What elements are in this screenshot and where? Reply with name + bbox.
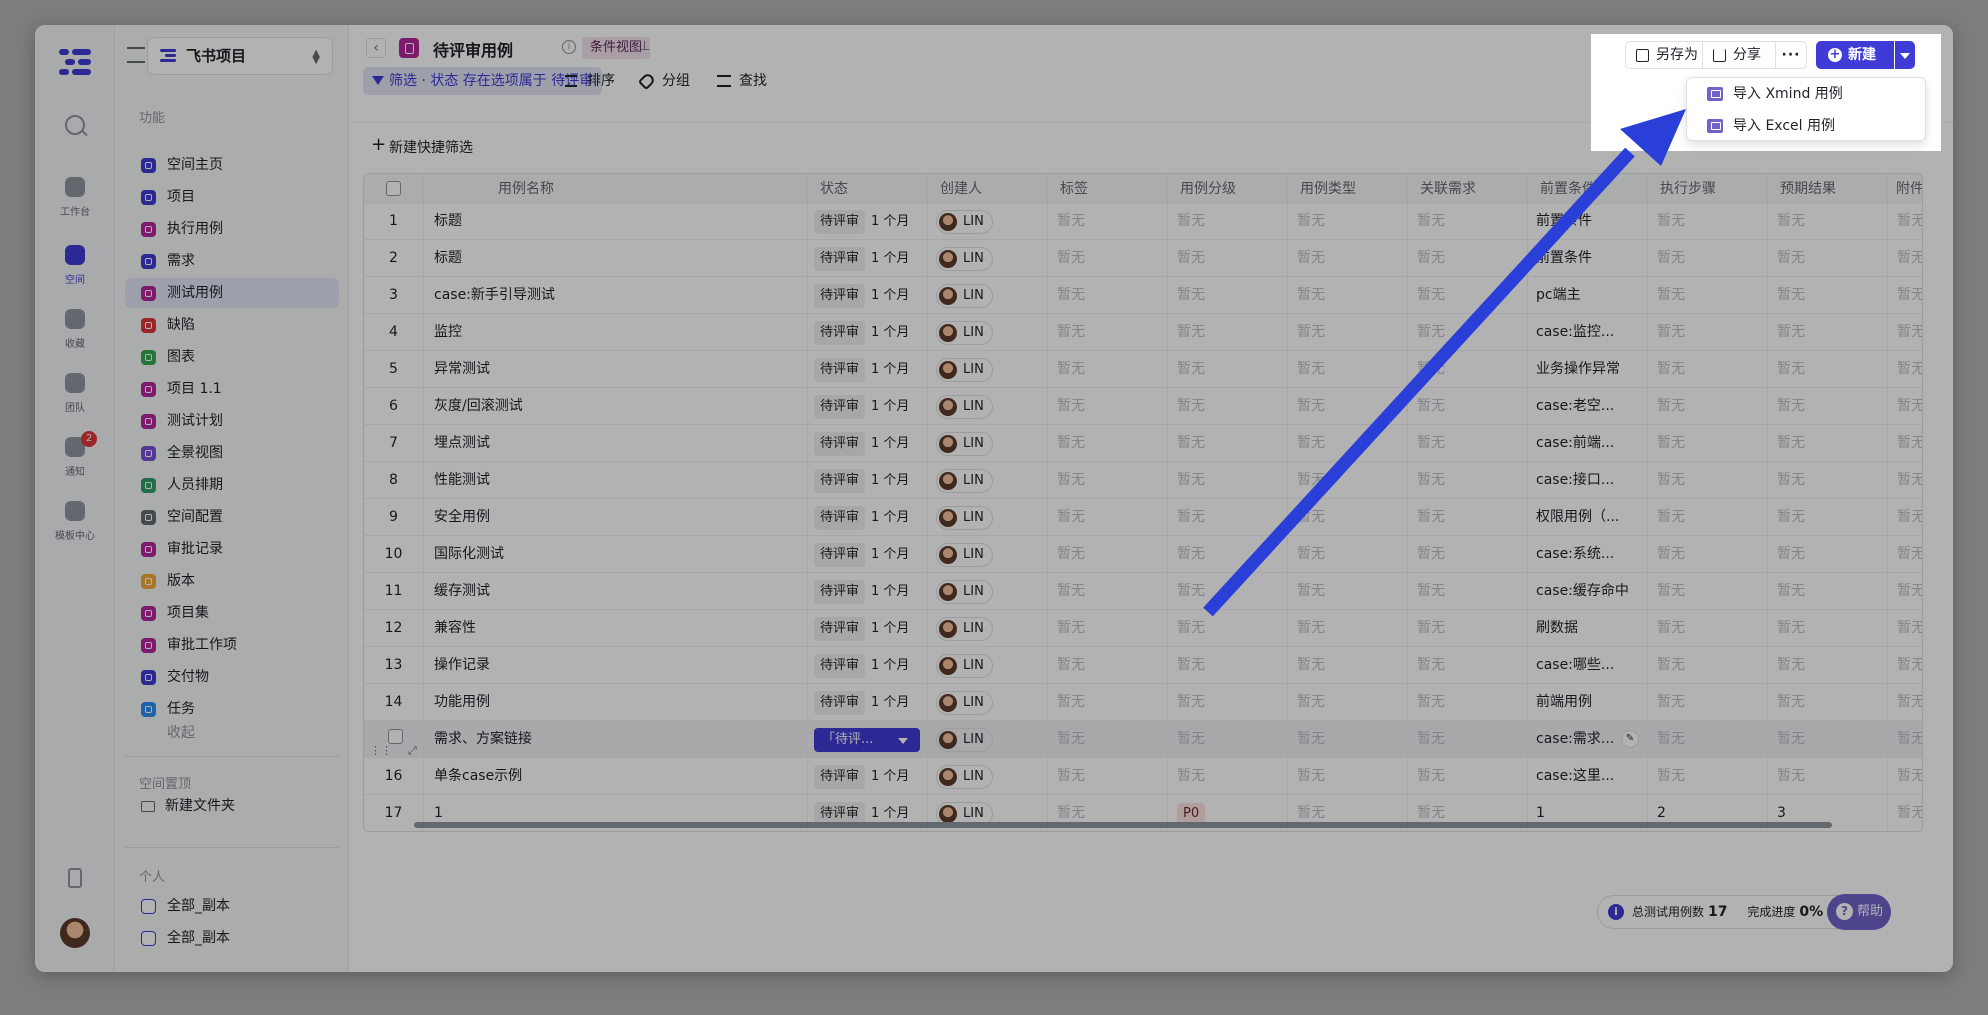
more-button[interactable]: ··· [1775, 41, 1807, 69]
copy-icon [1636, 49, 1649, 62]
save-as-button[interactable]: 另存为 [1625, 41, 1703, 69]
modal-dim-overlay [0, 0, 1988, 1015]
new-dropdown-caret[interactable] [1895, 41, 1915, 69]
menu-import-excel[interactable]: 导入 Excel 用例 [1687, 110, 1927, 142]
new-dropdown-menu: 导入 Xmind 用例 导入 Excel 用例 [1686, 77, 1926, 141]
import-icon [1707, 87, 1723, 101]
share-icon [1713, 49, 1726, 62]
import-icon [1707, 119, 1723, 133]
new-button[interactable]: 新建 [1816, 41, 1894, 69]
highlight-panel: 另存为 分享 ··· 新建 导入 Xmind 用例 导入 Excel 用例 [1590, 33, 1942, 152]
share-button[interactable]: 分享 [1702, 41, 1776, 69]
menu-import-xmind[interactable]: 导入 Xmind 用例 [1687, 78, 1927, 110]
